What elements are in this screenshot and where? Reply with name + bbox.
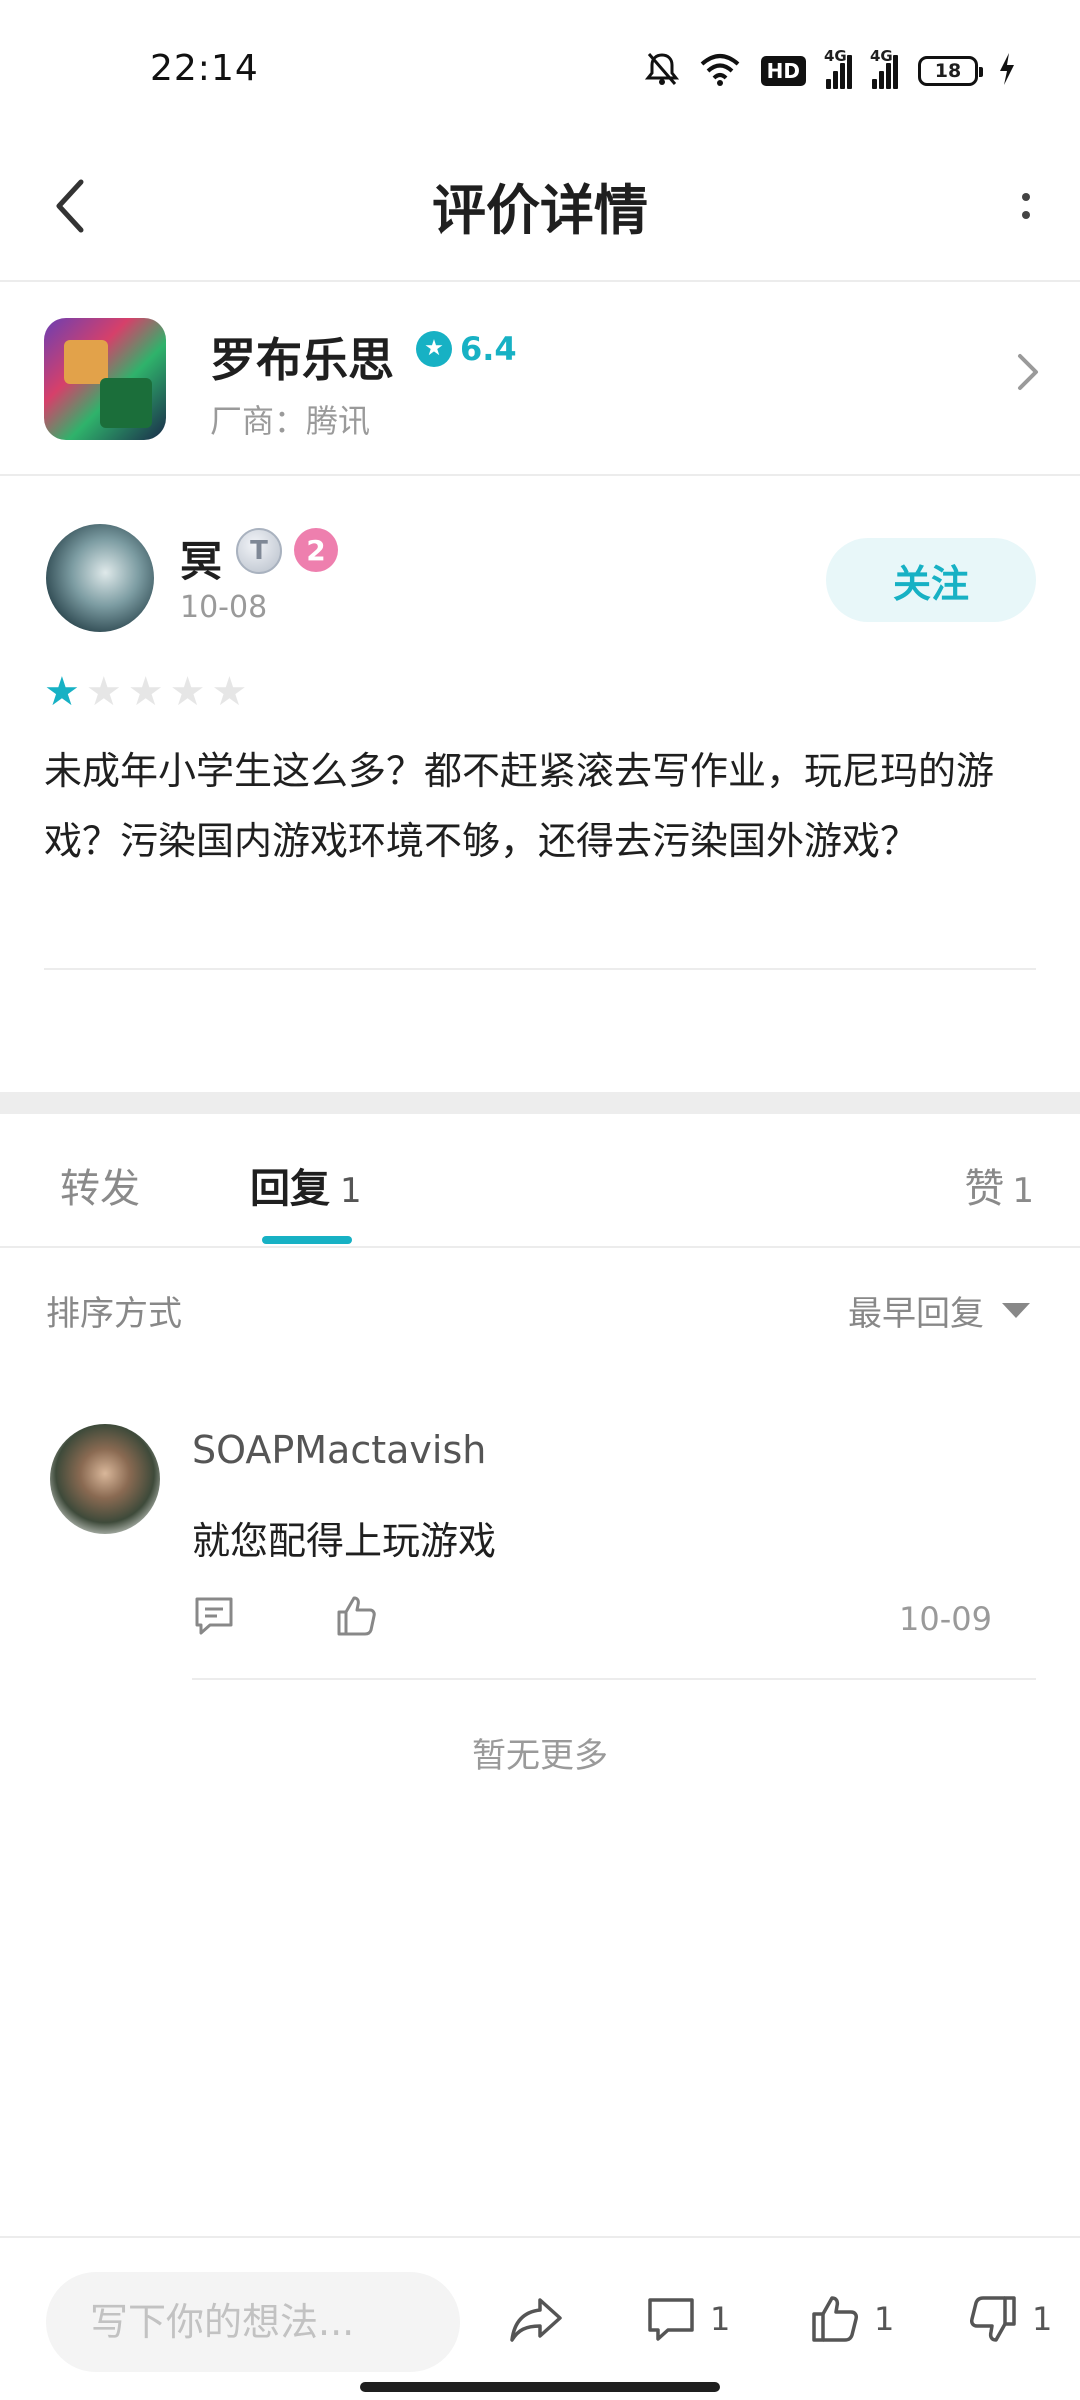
comment-user[interactable]: SOAPMactavish [192, 1428, 486, 1472]
reviewer-name[interactable]: 冥 [180, 528, 222, 589]
comment-count: 1 [710, 2300, 731, 2338]
star-icon: ★ [85, 669, 122, 715]
bottom-action-bar: 1 1 1 [0, 2236, 1080, 2400]
review-text: 未成年小学生这么多？都不赶紧滚去写作业，玩尼玛的游戏？污染国内游戏环境不够，还得… [44, 749, 995, 863]
share-icon [510, 2298, 562, 2342]
status-bar: 22:14 HD 4G 4G 18 [0, 0, 1080, 130]
tab-like-label: 赞 [964, 1166, 1005, 1212]
tab-bar: 转发 回复 1 赞1 [0, 1114, 1080, 1248]
battery-icon: 18 [918, 56, 983, 86]
thumbs-up-icon [812, 2296, 858, 2342]
star-icon: ★ [169, 669, 206, 715]
reply-icon[interactable] [192, 1594, 236, 1642]
charging-icon [998, 52, 1016, 90]
comment-text: 就您配得上玩游戏 [192, 1519, 497, 1563]
nav-bar: 评价详情 [0, 130, 1080, 282]
app-card[interactable]: 罗布乐思 ★ 6.4 厂商：腾讯 [0, 282, 1080, 476]
star-icon: ★ [127, 669, 164, 715]
review-date: 10-08 [180, 590, 268, 625]
dislike-button[interactable]: 1 [968, 2294, 1052, 2344]
status-time: 22:14 [150, 48, 259, 89]
like-count: 1 [874, 2300, 895, 2338]
status-icons: HD 4G 4G 18 [644, 47, 1016, 92]
comment-icon [648, 2298, 694, 2341]
sort-label: 排序方式 [46, 1294, 182, 1334]
comment-actions: 10-09 [192, 1592, 992, 1648]
star-icon: ★ [416, 331, 452, 367]
app-vendor: 厂商：腾讯 [210, 402, 371, 440]
comment-input[interactable] [46, 2272, 460, 2372]
signal-icon: 4G [870, 47, 898, 89]
share-button[interactable] [508, 2294, 564, 2346]
avatar[interactable] [46, 524, 154, 632]
signal-icon: 4G [824, 47, 852, 89]
app-icon [44, 318, 166, 440]
wifi-icon [699, 52, 741, 90]
comment-date: 10-09 [899, 1600, 992, 1638]
tab-reply-count: 1 [340, 1171, 362, 1211]
divider [44, 968, 1036, 970]
more-button[interactable] [996, 170, 1056, 242]
section-divider [0, 1092, 1080, 1114]
star-icon: ★ [211, 669, 248, 715]
rating-value: 6.4 [460, 330, 517, 368]
active-tab-indicator [262, 1236, 352, 1244]
divider [192, 1678, 1036, 1680]
level-badge: T [236, 528, 282, 574]
avatar[interactable] [50, 1424, 160, 1534]
home-indicator[interactable] [360, 2382, 720, 2392]
tab-forward[interactable]: 转发 [60, 1156, 140, 1214]
star-icon: ★ [44, 669, 80, 715]
chevron-right-icon [1016, 352, 1040, 396]
like-button[interactable]: 1 [810, 2294, 894, 2344]
app-rating: ★ 6.4 [416, 330, 517, 368]
follow-button[interactable]: 关注 [826, 538, 1036, 622]
hd-icon: HD [760, 56, 806, 86]
dislike-count: 1 [1032, 2300, 1053, 2338]
screen: 22:14 HD 4G 4G 18 评价详情 罗布乐思 ★ 6.4 厂商：腾讯 … [0, 0, 1080, 2400]
number-badge: 2 [294, 528, 338, 572]
more-vertical-icon [1022, 193, 1030, 201]
sort-selected: 最早回复 [848, 1294, 984, 1334]
tab-like[interactable]: 赞1 [964, 1156, 1034, 1214]
comment-button[interactable]: 1 [646, 2294, 730, 2344]
tab-reply[interactable]: 回复 1 [250, 1156, 362, 1214]
page-title: 评价详情 [432, 179, 648, 242]
caret-down-icon [1002, 1303, 1030, 1318]
star-rating: ★ ★ ★ ★ ★ [44, 672, 247, 712]
no-more-text: 暂无更多 [472, 1736, 608, 1776]
thumbs-up-icon[interactable] [334, 1594, 378, 1642]
thumbs-down-icon [970, 2296, 1016, 2342]
tab-like-count: 1 [1012, 1171, 1034, 1211]
tab-reply-label: 回复 [250, 1166, 330, 1212]
mute-bell-icon [644, 51, 679, 91]
app-name: 罗布乐思 [210, 333, 394, 387]
sort-dropdown[interactable]: 最早回复 [848, 1286, 1030, 1335]
